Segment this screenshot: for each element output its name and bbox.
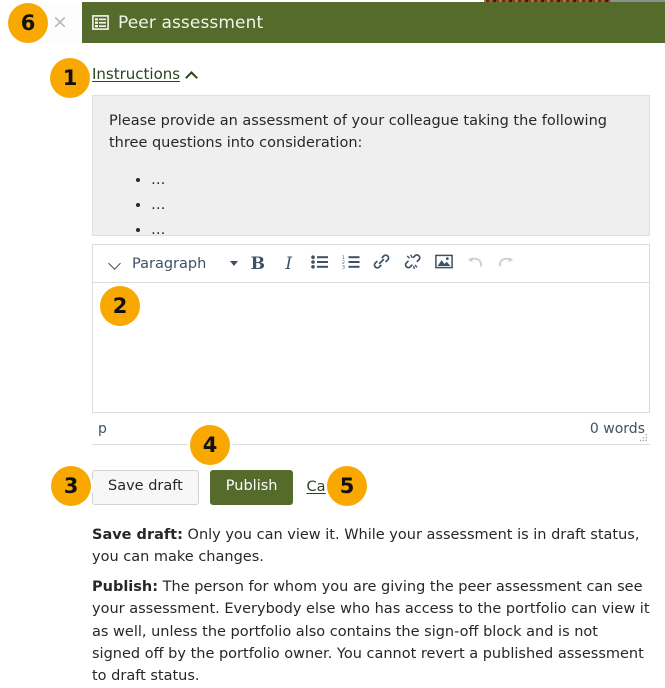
chevron-up-icon — [187, 70, 198, 81]
unordered-list-icon — [311, 254, 329, 273]
ordered-list-icon: 1 2 3 — [342, 255, 360, 273]
image-button[interactable] — [428, 249, 459, 279]
action-buttons: Save draft Publish Cancel — [92, 470, 358, 505]
link-button[interactable] — [366, 249, 397, 279]
undo-arrow-icon — [466, 254, 484, 273]
callout-badge-5: 5 — [327, 466, 367, 506]
page-title: Peer assessment — [118, 12, 264, 33]
modal-body: Instructions Please provide an assessmen… — [38, 43, 665, 684]
callout-badge-1: 1 — [50, 58, 90, 98]
publish-help-paragraph: Publish: The person for whom you are giv… — [92, 576, 650, 688]
close-icon: × — [52, 11, 68, 33]
format-dropdown-label: Paragraph — [132, 255, 207, 272]
unlink-button[interactable] — [397, 249, 428, 279]
bold-icon: B — [250, 253, 265, 274]
format-dropdown[interactable]: Paragraph — [130, 249, 242, 279]
callout-badge-2: 2 — [100, 286, 140, 326]
instructions-toggle-label: Instructions — [92, 65, 181, 83]
redo-arrow-icon — [497, 254, 515, 273]
bullet-list-button[interactable] — [304, 249, 335, 279]
bold-button[interactable]: B — [242, 249, 273, 279]
italic-button[interactable]: I — [273, 249, 304, 279]
list-item: … — [151, 168, 633, 193]
rich-text-editor: Paragraph B I 1 2 3 p 0 words — [92, 244, 650, 445]
instructions-bullet-list: … … … — [109, 168, 633, 243]
editor-toolbar: Paragraph B I 1 2 3 — [92, 244, 650, 282]
editor-element-path: p — [98, 420, 107, 437]
link-icon — [373, 253, 390, 274]
italic-icon: I — [285, 253, 293, 274]
instructions-toggle[interactable]: Instructions — [92, 65, 198, 83]
list-alt-icon — [92, 15, 109, 30]
numbered-list-button[interactable]: 1 2 3 — [335, 249, 366, 279]
callout-badge-4: 4 — [190, 425, 230, 465]
publish-button[interactable]: Publish — [209, 470, 294, 505]
toolbar-collapse-button[interactable] — [99, 249, 130, 279]
image-icon — [434, 254, 453, 273]
unlink-icon — [404, 253, 422, 274]
modal-title-group: Peer assessment — [92, 2, 263, 43]
undo-button[interactable] — [459, 249, 490, 279]
list-item: … — [151, 193, 633, 218]
instructions-intro-text: Please provide an assessment of your col… — [109, 113, 607, 152]
svg-text:3: 3 — [342, 264, 345, 269]
list-item: … — [151, 218, 633, 243]
callout-badge-6: 6 — [8, 3, 48, 43]
editor-content-area[interactable] — [92, 282, 650, 413]
save-draft-help: Save draft: Only you can view it. While … — [92, 524, 650, 569]
publish-help-term: Publish: — [92, 579, 159, 595]
callout-badge-3: 3 — [51, 466, 91, 506]
chevron-down-icon — [109, 258, 121, 270]
publish-help: Publish: The person for whom you are giv… — [92, 576, 650, 688]
redo-button[interactable] — [490, 249, 521, 279]
save-draft-help-term: Save draft: — [92, 527, 183, 543]
instructions-panel: Please provide an assessment of your col… — [92, 95, 650, 238]
resize-grip-icon[interactable] — [637, 432, 648, 443]
save-draft-button[interactable]: Save draft — [92, 470, 199, 505]
caret-down-icon — [230, 261, 239, 266]
editor-status-bar: p 0 words — [92, 413, 650, 445]
save-draft-help-paragraph: Save draft: Only you can view it. While … — [92, 524, 650, 569]
